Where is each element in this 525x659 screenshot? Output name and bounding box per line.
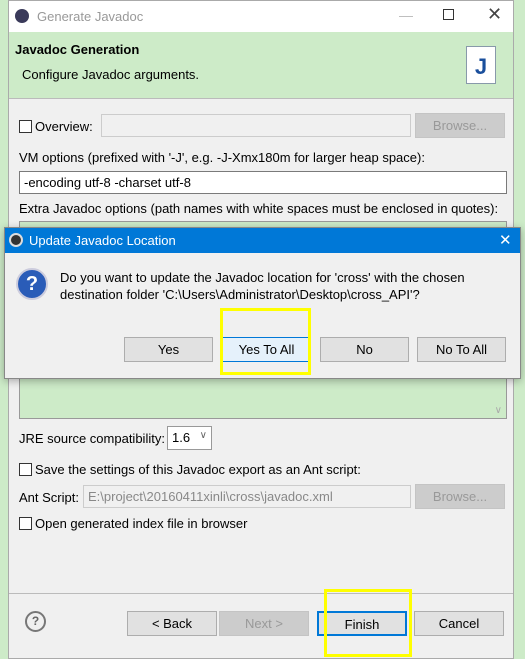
javadoc-icon: J (466, 46, 496, 84)
page-title: Javadoc Generation (15, 42, 140, 57)
save-ant-label: Save the settings of this Javadoc export… (35, 462, 361, 477)
maximize-button[interactable] (443, 9, 454, 20)
dialog-message-line2: destination folder 'C:\Users\Administrat… (60, 287, 420, 302)
dialog-message-line1: Do you want to update the Javadoc locati… (60, 270, 465, 285)
open-index-label: Open generated index file in browser (35, 516, 248, 531)
ant-script-input[interactable]: E:\project\20160411xinli\cross\javadoc.x… (83, 485, 411, 508)
jre-value: 1.6 (172, 430, 191, 445)
yes-button[interactable]: Yes (124, 337, 213, 362)
dialog-close-button[interactable]: ✕ (499, 231, 512, 249)
dialog-title-bar: Update Javadoc Location ✕ (5, 228, 520, 253)
next-button[interactable]: Next > (219, 611, 309, 636)
scroll-down-icon[interactable]: ∨ (495, 405, 502, 416)
overview-browse-button[interactable]: Browse... (415, 113, 505, 138)
back-button[interactable]: < Back (127, 611, 217, 636)
overview-input[interactable] (101, 114, 411, 137)
eclipse-icon (9, 233, 23, 247)
divider (9, 593, 513, 594)
highlight-box-yes-to-all (220, 308, 311, 375)
page-subtitle: Configure Javadoc arguments. (22, 67, 200, 82)
open-index-checkbox[interactable] (19, 517, 32, 530)
highlight-box-finish (324, 589, 412, 657)
ant-script-label: Ant Script: (19, 490, 79, 505)
close-button[interactable]: ✕ (487, 4, 502, 25)
save-ant-checkbox[interactable] (19, 463, 32, 476)
eclipse-icon (15, 9, 29, 23)
dialog-title: Update Javadoc Location (29, 233, 176, 248)
vm-options-input[interactable]: -encoding utf-8 -charset utf-8 (19, 171, 507, 194)
no-to-all-button[interactable]: No To All (417, 337, 506, 362)
ant-browse-button[interactable]: Browse... (415, 484, 505, 509)
chevron-down-icon: ∨ (199, 430, 207, 441)
no-button[interactable]: No (320, 337, 409, 362)
help-icon[interactable]: ? (25, 611, 46, 632)
jre-label: JRE source compatibility: (19, 431, 165, 446)
overview-label: Overview: (35, 119, 93, 134)
overview-checkbox[interactable] (19, 120, 32, 133)
cancel-button[interactable]: Cancel (414, 611, 504, 636)
window-title: Generate Javadoc (37, 9, 144, 24)
title-bar: Generate Javadoc — ✕ (9, 1, 513, 32)
wizard-header: Javadoc Generation Configure Javadoc arg… (9, 32, 513, 99)
minimize-button[interactable]: — (399, 7, 413, 23)
vm-options-label: VM options (prefixed with '-J', e.g. -J-… (19, 150, 425, 165)
extra-options-label: Extra Javadoc options (path names with w… (19, 201, 499, 216)
question-icon: ? (16, 268, 48, 300)
jre-select[interactable]: 1.6 ∨ (167, 426, 212, 450)
